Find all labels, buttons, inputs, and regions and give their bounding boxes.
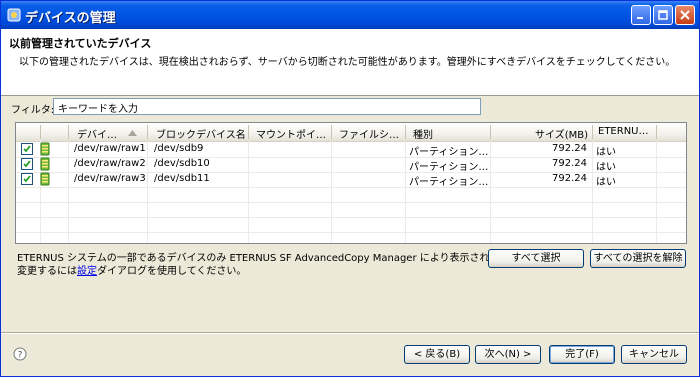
- column-header-eternus[interactable]: ETERNU…: [598, 126, 649, 137]
- row-checkbox[interactable]: [21, 158, 33, 170]
- cell-device: /dev/raw/raw3: [74, 173, 146, 184]
- cell-eternus: はい: [596, 177, 616, 188]
- cell-size: 792.24: [552, 173, 587, 184]
- deselect-all-button[interactable]: すべての選択を解除: [590, 249, 686, 268]
- help-icon[interactable]: ?: [13, 347, 27, 361]
- maximize-button[interactable]: [653, 5, 673, 25]
- cell-size: 792.24: [552, 158, 587, 169]
- wizard-banner: 以前管理されていたデバイス 以下の管理されたデバイスは、現在検出されおらず、サー…: [1, 29, 699, 96]
- page-heading: 以前管理されていたデバイス: [9, 37, 152, 50]
- next-button[interactable]: 次へ(N) >: [475, 345, 541, 364]
- minimize-button[interactable]: [631, 5, 651, 25]
- sort-ascending-icon: [128, 130, 137, 136]
- settings-link[interactable]: 設定: [77, 266, 97, 277]
- disk-device-icon: [40, 172, 50, 186]
- column-header-type[interactable]: 種別: [413, 126, 433, 141]
- table-row[interactable]: /dev/raw/raw3 /dev/sdb11 パーティション… 792.24…: [16, 172, 686, 188]
- cell-type: パーティション…: [409, 177, 489, 188]
- filter-label: フィルタ:: [11, 105, 55, 116]
- cell-eternus: はい: [596, 147, 616, 158]
- disk-device-icon: [40, 157, 50, 171]
- cell-size: 792.24: [552, 143, 587, 154]
- disk-device-icon: [40, 142, 50, 156]
- dialog-window: デバイスの管理 以前管理されていたデバイス 以下の管理されたデバイスは、現在検出…: [0, 0, 700, 377]
- info-text: ETERNUS システムの一部であるデバイスのみ ETERNUS SF Adva…: [17, 252, 538, 278]
- page-description: 以下の管理されたデバイスは、現在検出されおらず、サーバから切断された可能性があり…: [19, 57, 676, 68]
- separator: [1, 332, 699, 334]
- column-header-block-device[interactable]: ブロックデバイス名: [156, 126, 246, 141]
- table-header: デバイ… ブロックデバイス名 マウントポイ… ファイルシ… 種別 サイズ(MB)…: [16, 123, 686, 142]
- maximize-icon: [658, 10, 668, 20]
- cell-device: /dev/raw/raw1: [74, 143, 146, 154]
- device-table[interactable]: デバイ… ブロックデバイス名 マウントポイ… ファイルシ… 種別 サイズ(MB)…: [15, 122, 687, 244]
- minimize-icon: [637, 17, 643, 19]
- cell-eternus: はい: [596, 162, 616, 173]
- column-header-mount-point[interactable]: マウントポイ…: [256, 126, 326, 141]
- window-title: デバイスの管理: [25, 11, 116, 26]
- close-icon: [680, 10, 690, 20]
- cell-block-device: /dev/sdb10: [154, 158, 210, 169]
- info-line-2-prefix: 変更するには: [17, 266, 77, 277]
- cell-block-device: /dev/sdb11: [154, 173, 210, 184]
- cell-type: パーティション…: [409, 162, 489, 173]
- select-all-button[interactable]: すべて選択: [488, 249, 584, 268]
- back-button[interactable]: < 戻る(B): [404, 345, 470, 364]
- column-header-device[interactable]: デバイ…: [77, 126, 117, 141]
- table-row[interactable]: /dev/raw/raw1 /dev/sdb9 パーティション… 792.24 …: [16, 142, 686, 158]
- close-button[interactable]: [675, 5, 695, 25]
- info-line-2: 変更するには設定ダイアログを使用してください。: [17, 265, 538, 278]
- cell-device: /dev/raw/raw2: [74, 158, 146, 169]
- row-checkbox[interactable]: [21, 143, 33, 155]
- svg-text:?: ?: [18, 351, 23, 361]
- title-bar[interactable]: デバイスの管理: [1, 1, 699, 29]
- info-line-1: ETERNUS システムの一部であるデバイスのみ ETERNUS SF Adva…: [17, 253, 539, 264]
- checkbox-icon: [23, 160, 31, 168]
- row-checkbox[interactable]: [21, 173, 33, 185]
- cell-type: パーティション…: [409, 147, 489, 158]
- finish-button[interactable]: 完了(F): [549, 345, 615, 364]
- filter-input[interactable]: キーワードを入力: [53, 98, 481, 115]
- column-header-size[interactable]: サイズ(MB): [535, 126, 588, 141]
- cell-block-device: /dev/sdb9: [154, 143, 204, 154]
- info-line-2-suffix: ダイアログを使用してください。: [97, 266, 247, 277]
- app-icon: [7, 8, 21, 22]
- checkbox-icon: [23, 145, 31, 153]
- table-row[interactable]: /dev/raw/raw2 /dev/sdb10 パーティション… 792.24…: [16, 157, 686, 173]
- checkbox-icon: [23, 175, 31, 183]
- column-header-filesystem[interactable]: ファイルシ…: [339, 126, 399, 141]
- cancel-button[interactable]: キャンセル: [621, 345, 687, 364]
